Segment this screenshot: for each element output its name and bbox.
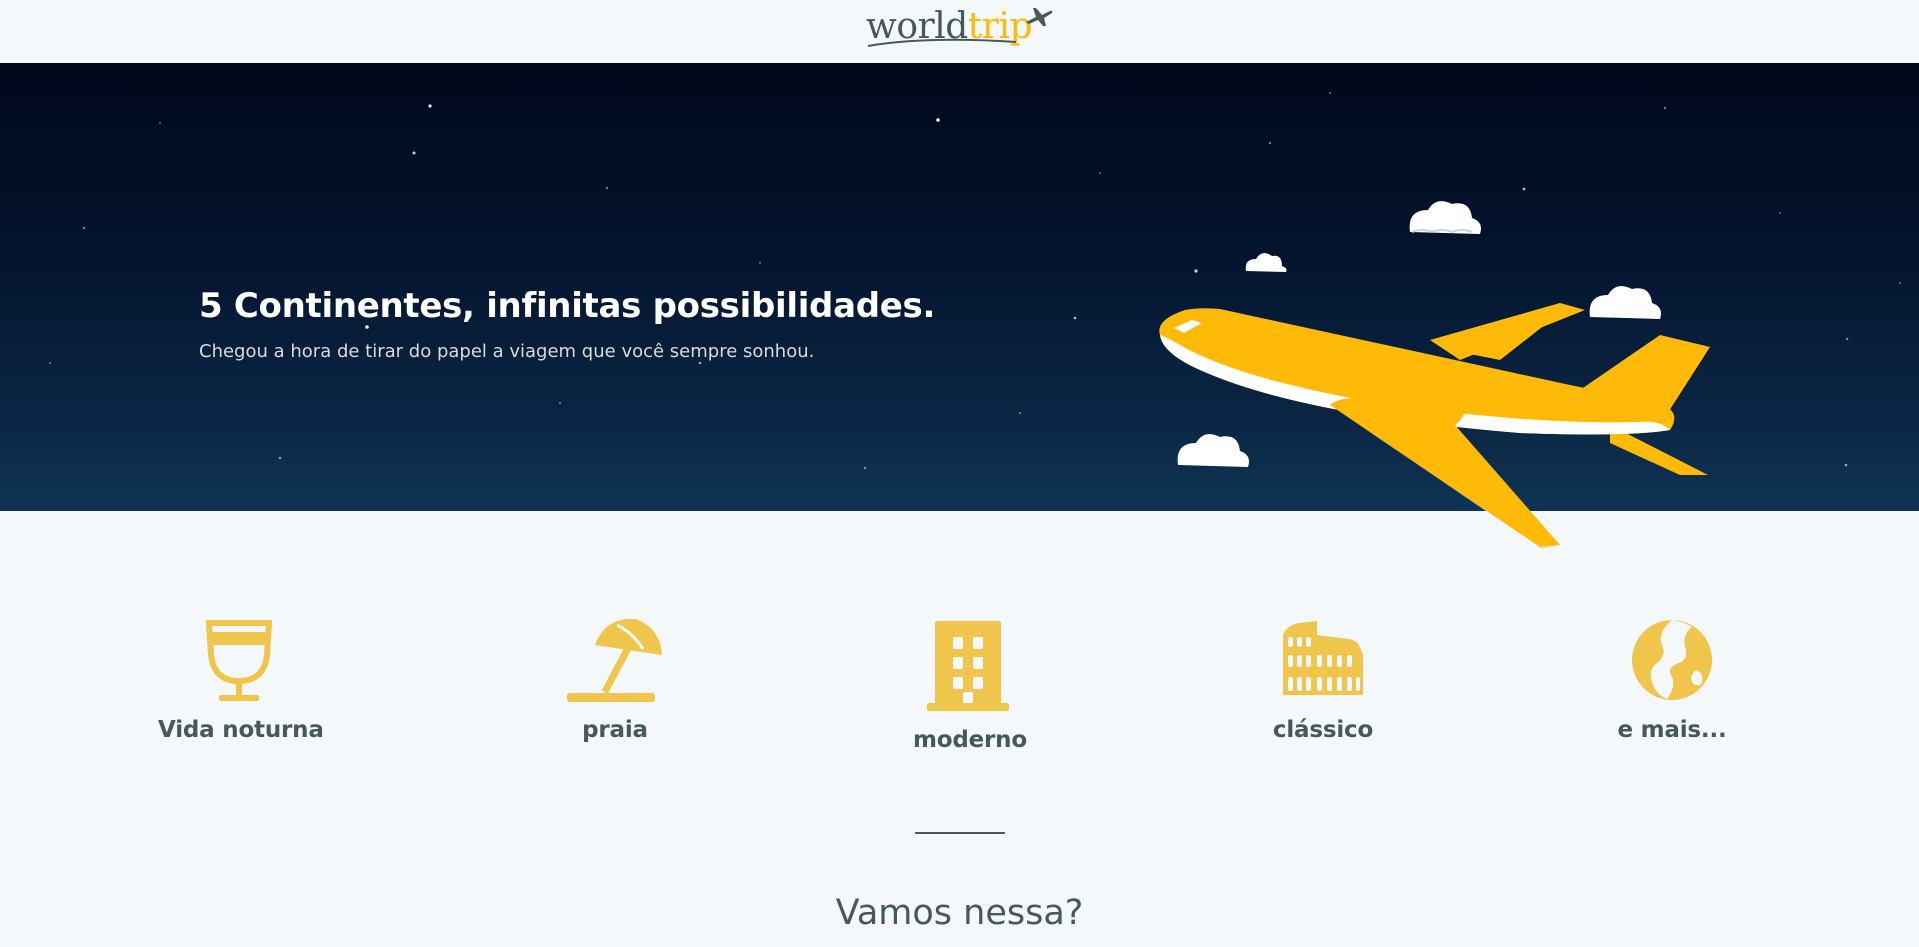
category-e-mais[interactable]: e mais...	[1617, 615, 1727, 743]
building-icon	[927, 621, 1009, 711]
site-header: worldtrip	[0, 0, 1919, 63]
cocktail-glass-icon	[205, 620, 273, 701]
earth-globe-icon	[1632, 620, 1712, 700]
cta-title: Vamos nessa?	[835, 893, 1084, 933]
worldtrip-logo[interactable]: worldtrip	[866, 4, 1056, 54]
category-vida-noturna[interactable]: Vida noturna	[158, 615, 324, 743]
category-praia[interactable]: praia	[565, 615, 665, 743]
banner-title: 5 Continentes, infinitas possibilidades.	[199, 286, 936, 326]
colosseum-icon	[1283, 621, 1363, 695]
beach-umbrella-icon	[567, 618, 662, 702]
category-moderno[interactable]: moderno	[913, 615, 1027, 753]
cloud-icon	[1409, 201, 1481, 234]
airplane-icon	[1026, 8, 1053, 26]
category-label: e mais...	[1617, 717, 1727, 743]
category-classico[interactable]: clássico	[1268, 615, 1378, 743]
travel-categories: Vida noturna praia moderno clássico e ma…	[0, 615, 1919, 755]
category-label: moderno	[913, 727, 1027, 753]
section-divider	[915, 832, 1005, 834]
category-label: Vida noturna	[158, 717, 324, 743]
banner-subtitle: Chegou a hora de tirar do papel a viagem…	[199, 341, 815, 362]
airplane-illustration	[1159, 201, 1710, 549]
category-label: clássico	[1272, 717, 1374, 743]
logo-swoosh-icon	[867, 38, 1017, 47]
category-label: praia	[582, 717, 648, 743]
